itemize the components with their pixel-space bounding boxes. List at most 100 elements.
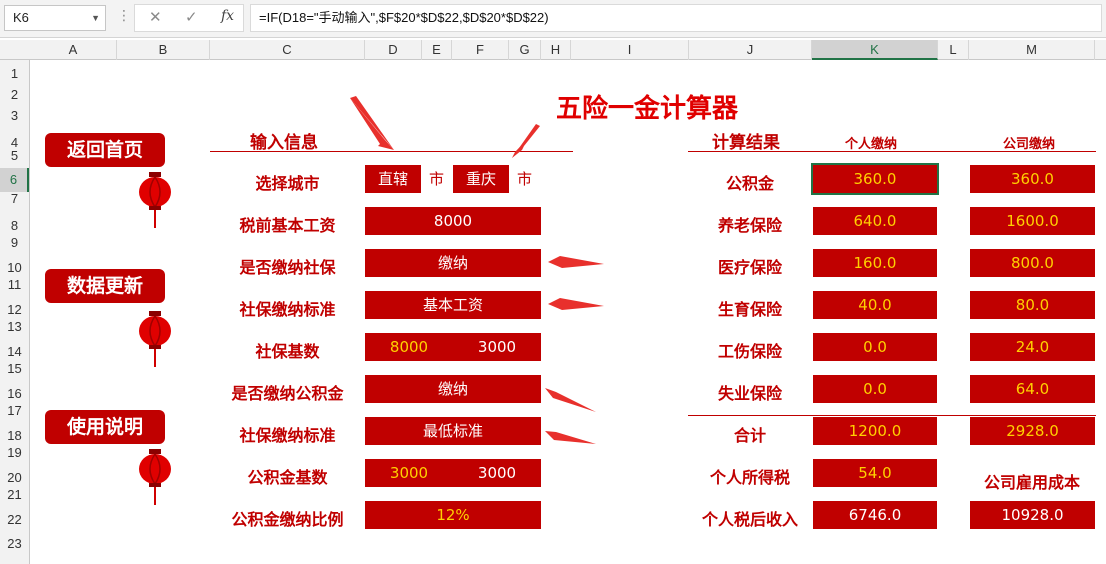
row-header[interactable]: 10 bbox=[0, 260, 29, 275]
city-suffix: 市 bbox=[429, 170, 445, 188]
column-header-i[interactable]: I bbox=[571, 40, 689, 60]
row-header[interactable]: 5 bbox=[0, 148, 29, 163]
total-personal-cell[interactable]: 1200.0 bbox=[813, 417, 937, 445]
arrow-icon bbox=[350, 98, 394, 150]
row-header[interactable]: 7 bbox=[0, 191, 29, 206]
row-header[interactable]: 18 bbox=[0, 428, 29, 443]
formula-bar: K6 ▼ ⋮ ✕ ✓ fx =IF(D18="手动输入",$F$20*$D$22… bbox=[0, 0, 1106, 38]
cancel-icon[interactable]: ✕ bbox=[149, 8, 162, 26]
column-header-m[interactable]: M bbox=[969, 40, 1095, 60]
result-section-title: 计算结果 bbox=[712, 133, 780, 153]
fund-base-label: 公积金基数 bbox=[247, 468, 328, 487]
social-pay-select[interactable]: 缴纳 bbox=[365, 249, 541, 277]
personal-unemployment-cell[interactable]: 0.0 bbox=[813, 375, 937, 403]
chevron-down-icon[interactable]: ▼ bbox=[91, 6, 100, 30]
result-label-pension: 养老保险 bbox=[717, 216, 782, 235]
personal-fund-cell[interactable]: 360.0 bbox=[811, 163, 939, 195]
row-header[interactable]: 22 bbox=[0, 512, 29, 527]
result-divider bbox=[688, 151, 1096, 152]
tax-cell[interactable]: 54.0 bbox=[813, 459, 937, 487]
arrow-icon bbox=[545, 388, 596, 412]
personal-maternity-cell[interactable]: 40.0 bbox=[813, 291, 937, 319]
personal-pension-cell[interactable]: 640.0 bbox=[813, 207, 937, 235]
row-header[interactable]: 6 bbox=[0, 168, 29, 192]
insert-function-icon[interactable]: fx bbox=[221, 8, 234, 24]
company-medical-cell[interactable]: 800.0 bbox=[970, 249, 1095, 277]
row-header[interactable]: 2 bbox=[0, 87, 29, 102]
row-header[interactable]: 13 bbox=[0, 319, 29, 334]
company-maternity-cell[interactable]: 80.0 bbox=[970, 291, 1095, 319]
fund-std-select[interactable]: 最低标准 bbox=[365, 417, 541, 445]
lantern-icon bbox=[139, 449, 171, 505]
help-button[interactable]: 使用说明 bbox=[45, 410, 165, 444]
social-base-label: 社保基数 bbox=[255, 342, 320, 361]
social-std-select[interactable]: 基本工资 bbox=[365, 291, 541, 319]
city-suffix: 市 bbox=[517, 170, 533, 188]
company-injury-cell[interactable]: 24.0 bbox=[970, 333, 1095, 361]
row-header[interactable]: 3 bbox=[0, 108, 29, 123]
fund-base-value-1: 3000 bbox=[365, 459, 453, 487]
social-std-label: 社保缴纳标准 bbox=[239, 300, 336, 319]
row-header[interactable]: 16 bbox=[0, 386, 29, 401]
row-header[interactable]: 15 bbox=[0, 361, 29, 376]
city-label: 选择城市 bbox=[255, 174, 320, 193]
arrow-icon bbox=[512, 126, 540, 158]
column-header-d[interactable]: D bbox=[365, 40, 422, 60]
after-tax-cell[interactable]: 6746.0 bbox=[813, 501, 937, 529]
formula-input[interactable]: =IF(D18="手动输入",$F$20*$D$22,$D$20*$D$22) bbox=[250, 4, 1102, 32]
row-header[interactable]: 1 bbox=[0, 66, 29, 81]
row-header[interactable]: 19 bbox=[0, 445, 29, 460]
update-data-button[interactable]: 数据更新 bbox=[45, 269, 165, 303]
employ-cost-label: 公司雇用成本 bbox=[983, 473, 1080, 492]
row-header[interactable]: 12 bbox=[0, 302, 29, 317]
salary-input[interactable]: 8000 bbox=[365, 207, 541, 235]
more-options-icon[interactable]: ⋮ bbox=[117, 8, 131, 24]
row-header[interactable]: 20 bbox=[0, 470, 29, 485]
result-label-unemployment: 失业保险 bbox=[717, 384, 782, 403]
city-type-select[interactable]: 直辖 bbox=[365, 165, 421, 193]
fund-base-value-2[interactable]: 3000 bbox=[453, 459, 541, 487]
result-label-maternity: 生育保险 bbox=[717, 300, 782, 319]
row-header[interactable]: 9 bbox=[0, 235, 29, 250]
result-label-injury: 工伤保险 bbox=[717, 342, 782, 361]
column-header-h[interactable]: H bbox=[541, 40, 571, 60]
column-header-f[interactable]: F bbox=[452, 40, 509, 60]
column-header-k[interactable]: K bbox=[812, 40, 938, 60]
home-button[interactable]: 返回首页 bbox=[45, 133, 165, 167]
row-header[interactable]: 14 bbox=[0, 344, 29, 359]
column-header-c[interactable]: C bbox=[210, 40, 365, 60]
company-pension-cell[interactable]: 1600.0 bbox=[970, 207, 1095, 235]
input-section-title: 输入信息 bbox=[250, 133, 318, 153]
row-header[interactable]: 8 bbox=[0, 218, 29, 233]
company-unemployment-cell[interactable]: 64.0 bbox=[970, 375, 1095, 403]
salary-label: 税前基本工资 bbox=[239, 216, 336, 235]
column-header-b[interactable]: B bbox=[117, 40, 210, 60]
column-header-l[interactable]: L bbox=[938, 40, 969, 60]
arrow-icon bbox=[548, 298, 604, 310]
row-header[interactable]: 17 bbox=[0, 403, 29, 418]
confirm-icon[interactable]: ✓ bbox=[185, 8, 198, 26]
arrow-icon bbox=[548, 256, 604, 268]
row-header[interactable]: 21 bbox=[0, 487, 29, 502]
employ-cost-cell[interactable]: 10928.0 bbox=[970, 501, 1095, 529]
total-divider bbox=[688, 415, 1096, 416]
column-header-a[interactable]: A bbox=[30, 40, 117, 60]
column-header-j[interactable]: J bbox=[689, 40, 812, 60]
fund-pay-label: 是否缴纳公积金 bbox=[231, 384, 344, 403]
row-header[interactable]: 11 bbox=[0, 277, 29, 292]
city-select[interactable]: 重庆 bbox=[453, 165, 509, 193]
column-header-e[interactable]: E bbox=[422, 40, 452, 60]
fund-ratio-label: 公积金缴纳比例 bbox=[231, 510, 344, 529]
total-company-cell[interactable]: 2928.0 bbox=[970, 417, 1095, 445]
result-label-fund: 公积金 bbox=[725, 174, 774, 193]
row-header[interactable]: 23 bbox=[0, 536, 29, 551]
fund-std-label: 社保缴纳标准 bbox=[239, 426, 336, 445]
social-base-value-2[interactable]: 3000 bbox=[453, 333, 541, 361]
company-fund-cell[interactable]: 360.0 bbox=[970, 165, 1095, 193]
name-box[interactable]: K6 ▼ bbox=[4, 5, 106, 31]
column-headers: A B C D E F G H I J K L M bbox=[0, 40, 1106, 60]
personal-medical-cell[interactable]: 160.0 bbox=[813, 249, 937, 277]
personal-injury-cell[interactable]: 0.0 bbox=[813, 333, 937, 361]
column-header-g[interactable]: G bbox=[509, 40, 541, 60]
fund-pay-select[interactable]: 缴纳 bbox=[365, 375, 541, 403]
